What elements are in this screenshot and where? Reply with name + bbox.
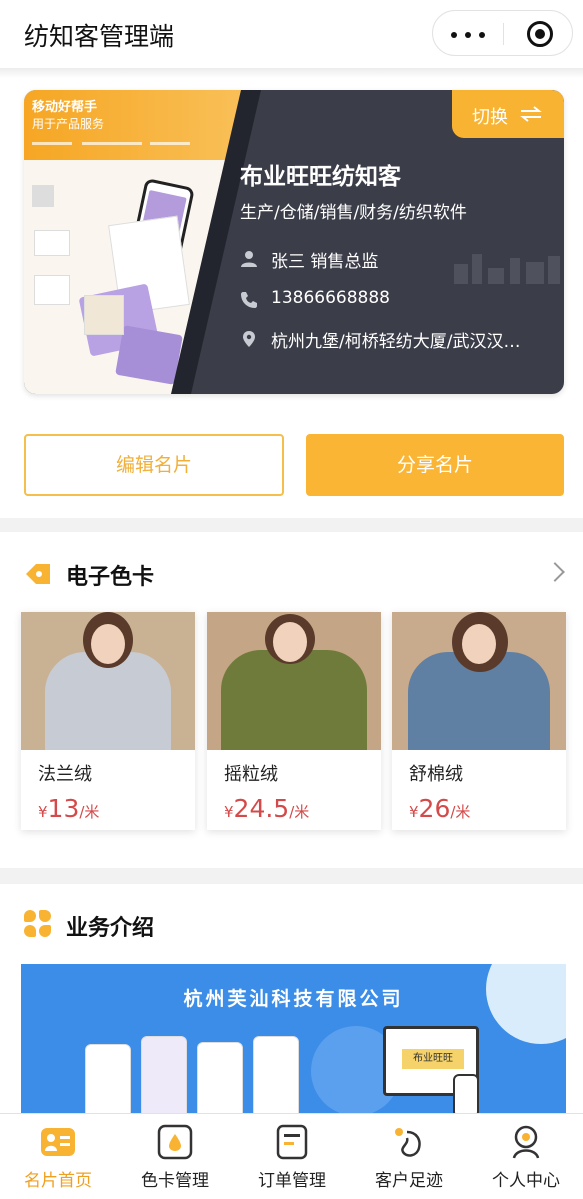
product-image	[207, 612, 381, 750]
tab-orders[interactable]: 订单管理	[234, 1114, 350, 1199]
business-card: 移动好帮手 用于产品服务 切换 布业旺旺纺知客 生产/仓储/销售/财务/纺织软件…	[24, 90, 564, 394]
promo-fabric	[115, 325, 183, 385]
product-card[interactable]: 摇粒绒 ¥24.5/米	[207, 612, 381, 830]
product-name: 舒棉绒	[409, 764, 463, 785]
skyline-decoration	[444, 254, 564, 284]
business-banner[interactable]: 杭州芙汕科技有限公司 布业旺旺	[21, 964, 566, 1124]
product-image	[392, 612, 566, 750]
mock-phone	[85, 1044, 131, 1124]
color-card-title: 电子色卡	[66, 565, 155, 590]
phone-icon	[241, 292, 257, 308]
mock-phone	[141, 1036, 187, 1120]
promo-banner: 移动好帮手 用于产品服务	[24, 90, 254, 160]
tab-label: 色卡管理	[141, 1171, 209, 1191]
mini-program-capsule	[432, 10, 573, 56]
edit-card-button[interactable]: 编辑名片	[24, 434, 284, 496]
swap-arrows-icon	[520, 106, 542, 122]
share-card-button[interactable]: 分享名片	[306, 434, 564, 496]
card-home-icon	[41, 1128, 75, 1156]
tab-footprint[interactable]: 客户足迹	[351, 1114, 467, 1199]
phone-number: 13866668888	[271, 288, 390, 308]
address-text: 杭州九堡/柯桥轻纺大厦/武汉汉…	[271, 332, 521, 352]
footprint-icon	[395, 1128, 421, 1157]
nav-header: 纺知客管理端	[0, 0, 583, 68]
tab-label: 客户足迹	[375, 1171, 443, 1191]
product-price: ¥26/米	[409, 794, 471, 823]
business-tags: 生产/仓储/销售/财务/纺织软件	[240, 203, 467, 223]
promo-lines	[32, 142, 192, 152]
tab-label: 名片首页	[24, 1171, 92, 1191]
profile-icon	[512, 1125, 540, 1159]
bottom-tab-bar: 名片首页 色卡管理 订单管理 客户足迹 个人中心	[0, 1113, 583, 1199]
top-shadow	[0, 68, 583, 78]
product-card[interactable]: 舒棉绒 ¥26/米	[392, 612, 566, 830]
product-name: 摇粒绒	[224, 764, 278, 785]
promo-note	[34, 275, 70, 305]
tab-label: 订单管理	[258, 1171, 326, 1191]
promo-subtitle: 用于产品服务	[32, 117, 105, 131]
mock-phone	[453, 1074, 479, 1118]
tab-profile[interactable]: 个人中心	[468, 1114, 583, 1199]
promo-title: 移动好帮手	[32, 100, 98, 115]
monitor-logo: 布业旺旺	[402, 1049, 464, 1069]
person-icon	[241, 251, 257, 267]
target-circle-icon[interactable]	[527, 21, 553, 47]
switch-label: 切换	[472, 107, 508, 128]
order-icon	[276, 1124, 308, 1160]
tab-card-home[interactable]: 名片首页	[0, 1114, 116, 1199]
business-intro-title: 业务介绍	[66, 916, 155, 941]
company-name: 布业旺旺纺知客	[240, 164, 401, 190]
product-card[interactable]: 法兰绒 ¥13/米	[21, 612, 195, 830]
product-price: ¥24.5/米	[224, 794, 310, 823]
banner-company-name: 杭州芙汕科技有限公司	[183, 988, 404, 1010]
person-name-title: 张三 销售总监	[271, 252, 379, 272]
product-image	[21, 612, 195, 750]
color-card-icon	[157, 1124, 193, 1160]
mock-phone	[197, 1042, 243, 1124]
business-card-section: 移动好帮手 用于产品服务 切换 布业旺旺纺知客 生产/仓储/销售/财务/纺织软件…	[0, 68, 583, 518]
mock-phone	[253, 1036, 299, 1120]
tab-label: 个人中心	[492, 1171, 560, 1191]
location-pin-icon	[243, 331, 255, 347]
promo-model	[84, 295, 124, 335]
capsule-divider	[503, 23, 504, 45]
switch-button[interactable]: 切换	[452, 90, 564, 138]
promo-placeholder	[32, 185, 54, 207]
app-title: 纺知客管理端	[24, 22, 175, 51]
product-price: ¥13/米	[38, 794, 100, 823]
product-name: 法兰绒	[38, 764, 92, 785]
tab-color-card[interactable]: 色卡管理	[117, 1114, 233, 1199]
more-dots-icon[interactable]	[451, 32, 485, 38]
color-tag-icon	[26, 564, 50, 584]
business-petals-icon	[24, 910, 52, 938]
color-card-section: 电子色卡 法兰绒 ¥13/米 摇粒绒 ¥24.5/米 舒棉绒 ¥26/米	[0, 532, 583, 868]
promo-note	[34, 230, 70, 256]
chevron-right-icon[interactable]	[545, 562, 565, 582]
